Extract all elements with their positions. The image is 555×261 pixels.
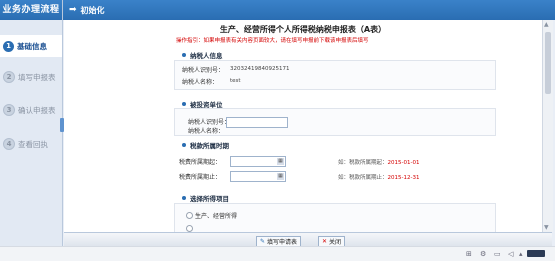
bullet-icon — [182, 196, 186, 200]
section-title-text: 税款所属时期 — [190, 142, 229, 150]
action-bar: ✎ 填写申请表 ✕ 关闭 — [64, 232, 552, 247]
step-basic-info[interactable]: 1 基础信息 — [0, 35, 62, 57]
notice-text: 操作指引：如果申报表有关内容页面较大，请在填写申报前下载该申报表后填写 — [176, 38, 369, 44]
language-icon[interactable]: ▴ — [519, 250, 523, 258]
taxpayer-name-label: 纳税人名称： — [182, 79, 219, 86]
hint-example-date: 2015-12-31 — [387, 175, 420, 181]
section-tax-period: 税款所属时期 — [182, 140, 229, 150]
period-end-hint: 如：税款所属期止：2015-12-31 — [338, 173, 419, 181]
step-fill-form[interactable]: 2 填写申报表 — [0, 66, 62, 88]
invested-id-label: 纳税人识别号： — [188, 119, 231, 126]
scroll-up-icon[interactable]: ▲ — [544, 21, 549, 28]
pencil-icon: ✎ — [260, 238, 266, 245]
step-confirm-form[interactable]: 3 确认申报表 — [0, 99, 62, 121]
form-content: 生产、经营所得个人所得税纳税申报表（A表） 操作指引：如果申报表有关内容页面较大… — [64, 20, 542, 232]
taxpayer-name-value: test — [230, 78, 241, 84]
step-label: 查看回执 — [18, 139, 48, 149]
calendar-icon[interactable]: ▦ — [277, 158, 284, 165]
taxpayer-id-label: 纳税人识别号： — [182, 67, 225, 74]
period-start-hint: 如：税款所属期起：2015-01-01 — [338, 158, 419, 166]
step-number-2: 2 — [3, 71, 15, 83]
hint-prefix: 如：税款所属期止： — [338, 175, 388, 181]
section-title-text: 纳税人信息 — [190, 52, 223, 60]
sidebar-title: 业务办理流程 — [0, 0, 62, 20]
taxpayer-id-value: 32032419840925171 — [230, 66, 290, 72]
system-taskbar: ⊞ ⚙ ▭ ◁ ▴ — [0, 246, 555, 261]
close-icon: ✕ — [322, 238, 328, 245]
arrow-right-icon: ➡ — [69, 5, 77, 15]
scroll-down-icon[interactable]: ▼ — [544, 224, 549, 231]
income-radio-second[interactable] — [186, 225, 193, 232]
income-option-label: 生产、经营所得 — [195, 213, 238, 220]
period-start-input[interactable]: ▦ — [230, 156, 286, 167]
battery-icon[interactable]: ▭ — [494, 250, 501, 258]
button-label: 填写申请表 — [267, 239, 298, 246]
period-end-input[interactable]: ▦ — [230, 171, 286, 182]
period-end-label: 税费所属期止： — [179, 174, 222, 181]
bullet-icon — [182, 102, 186, 106]
bullet-icon — [182, 143, 186, 147]
hint-prefix: 如：税款所属期起： — [338, 160, 388, 166]
step-number-1: 1 — [3, 40, 14, 52]
section-taxpayer-info: 纳税人信息 — [182, 50, 223, 60]
settings-icon[interactable]: ⚙ — [480, 250, 486, 258]
button-label: 关闭 — [329, 239, 342, 246]
income-radio-business[interactable] — [186, 212, 193, 219]
page-title: 初始化 — [80, 5, 105, 15]
workflow-sidebar: 业务办理流程 1 基础信息 2 填写申报表 3 确认申报表 4 查看回执 — [0, 0, 63, 260]
step-label: 基础信息 — [17, 41, 47, 51]
step-number-3: 3 — [3, 104, 15, 116]
active-window-indicator[interactable] — [527, 250, 545, 257]
step-label: 填写申报表 — [18, 72, 56, 82]
hint-example-date: 2015-01-01 — [387, 160, 420, 166]
form-title: 生产、经营所得个人所得税纳税申报表（A表） — [219, 25, 387, 34]
invested-id-input[interactable] — [226, 117, 288, 128]
page-header: ➡ 初始化 — [63, 0, 555, 20]
step-number-4: 4 — [3, 138, 15, 150]
calendar-icon[interactable]: ▦ — [277, 173, 284, 180]
bullet-icon — [182, 53, 186, 57]
section-income-item: 选择所得项目 — [182, 193, 229, 203]
section-title-text: 选择所得项目 — [190, 195, 229, 203]
period-start-label: 税费所属期起： — [179, 159, 222, 166]
volume-icon[interactable]: ◁ — [508, 250, 513, 258]
network-icon[interactable]: ⊞ — [466, 250, 472, 258]
content-scrollbar[interactable]: ▲ ▼ — [542, 20, 553, 232]
step-label: 确认申报表 — [18, 105, 56, 115]
step-view-receipt[interactable]: 4 查看回执 — [0, 133, 62, 155]
invested-name-label: 纳税人名称： — [188, 128, 225, 135]
scrollbar-thumb[interactable] — [545, 32, 551, 94]
